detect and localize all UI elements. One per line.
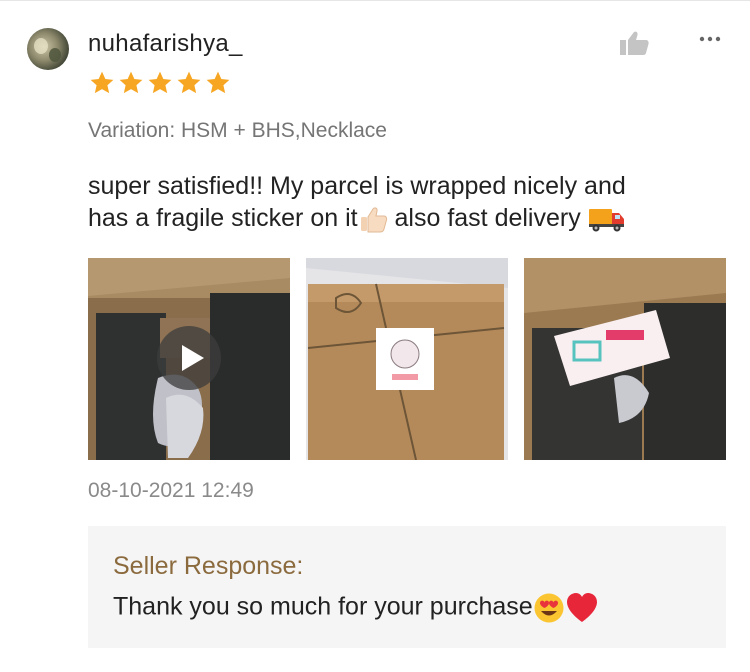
review-text-line1: super satisfied!! My parcel is wrapped n… — [88, 172, 626, 200]
review-text: super satisfied!! My parcel is wrapped n… — [88, 170, 728, 234]
seller-response-text: Thank you so much for your purchase — [113, 592, 533, 621]
review-timestamp: 08-10-2021 12:49 — [88, 479, 254, 502]
delivery-truck-emoji — [588, 209, 624, 232]
review-text-line2b: also fast delivery — [387, 204, 588, 232]
seller-response-box: Seller Response: Thank you so much for y… — [88, 526, 726, 648]
red-heart-emoji — [566, 593, 597, 622]
star-icon — [148, 71, 172, 94]
top-divider — [0, 0, 750, 1]
variation-label: Variation: HSM + BHS,Necklace — [88, 119, 387, 142]
review-video-thumbnail[interactable] — [88, 258, 290, 460]
seller-response-title: Seller Response: — [113, 552, 304, 580]
username[interactable]: nuhafarishya_ — [88, 30, 243, 58]
star-icon — [90, 71, 114, 94]
more-icon[interactable] — [698, 34, 722, 44]
thumbs-up-icon[interactable] — [619, 30, 649, 56]
review-photo-3[interactable] — [524, 258, 726, 460]
avatar[interactable] — [27, 28, 69, 70]
review-photo-2[interactable] — [306, 258, 508, 460]
star-icon — [177, 71, 201, 94]
rating-stars — [88, 70, 232, 96]
review-text-line2a: has a fragile sticker on it — [88, 204, 358, 232]
seller-response-message: Thank you so much for your purchase — [113, 592, 599, 624]
thumbs-up-emoji — [360, 207, 387, 233]
star-icon — [206, 71, 230, 94]
star-icon — [119, 71, 143, 94]
heart-eyes-emoji — [534, 593, 564, 623]
play-icon[interactable] — [157, 326, 221, 390]
